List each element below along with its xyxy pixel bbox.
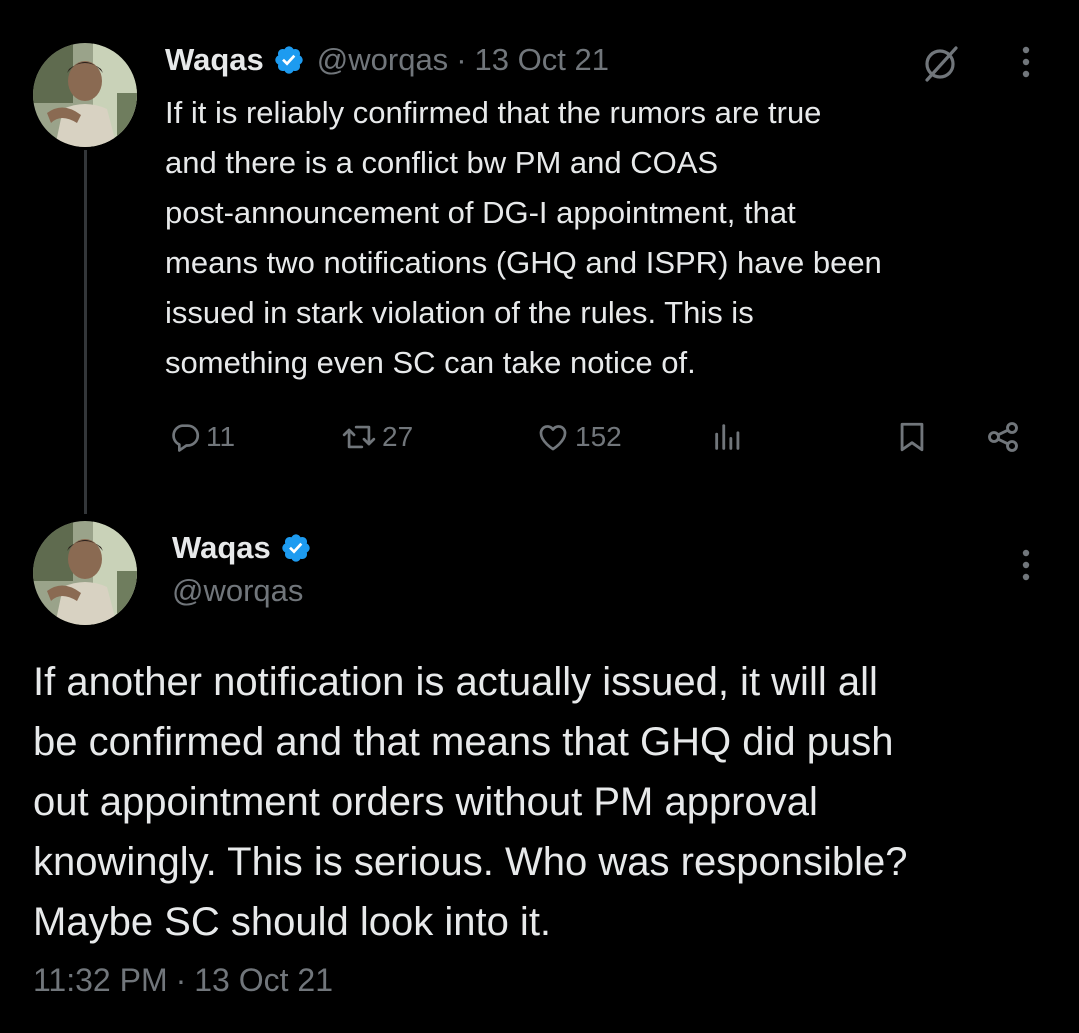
share-icon bbox=[988, 422, 1018, 452]
tweet1-avatar[interactable] bbox=[33, 43, 137, 147]
tweet2-date: 13 Oct 21 bbox=[194, 962, 333, 998]
reply-count: 11 bbox=[206, 421, 236, 452]
tweet1-action-bar: 11 27 152 bbox=[165, 412, 1035, 462]
tweet2-author-handle[interactable]: @worqas bbox=[172, 573, 303, 609]
retweet-button[interactable]: 27 bbox=[340, 412, 413, 462]
tweet1-date[interactable]: 13 Oct 21 bbox=[475, 42, 609, 78]
like-count: 152 bbox=[575, 421, 622, 452]
tweet1-separator: · bbox=[456, 42, 467, 77]
verified-badge-icon bbox=[282, 534, 310, 562]
views-button[interactable] bbox=[710, 412, 750, 462]
verified-badge-icon bbox=[275, 46, 303, 74]
tweet1-text: If it is reliably confirmed that the rum… bbox=[165, 95, 882, 380]
avatar-icon bbox=[33, 43, 137, 147]
bookmark-icon bbox=[900, 422, 924, 452]
like-button[interactable]: 152 bbox=[535, 412, 622, 462]
retweet-icon bbox=[342, 425, 376, 449]
tweet1-header: Waqas @worqas · 13 Oct 21 bbox=[165, 38, 609, 82]
reply-button[interactable]: 11 bbox=[168, 412, 235, 462]
more-icon[interactable] bbox=[1020, 545, 1032, 585]
grok-icon[interactable] bbox=[918, 42, 962, 86]
tweet2-text: If another notification is actually issu… bbox=[33, 660, 908, 944]
tweet2-timestamp[interactable]: 11:32 PM · 13 Oct 21 bbox=[33, 962, 333, 999]
more-icon[interactable] bbox=[1020, 42, 1032, 82]
bookmark-button[interactable] bbox=[895, 412, 929, 462]
tweet2-header: Waqas bbox=[172, 526, 312, 570]
retweet-count: 27 bbox=[382, 421, 414, 452]
tweet2-separator: · bbox=[175, 962, 187, 998]
tweet1-author-handle[interactable]: @worqas bbox=[317, 42, 448, 78]
avatar-icon bbox=[33, 521, 137, 625]
tweet2-avatar[interactable] bbox=[33, 521, 137, 625]
reply-icon bbox=[172, 424, 200, 452]
share-button[interactable] bbox=[983, 412, 1023, 462]
thread-connector-line bbox=[84, 150, 87, 514]
tweet2-author-name[interactable]: Waqas bbox=[172, 530, 271, 566]
like-icon bbox=[539, 425, 567, 451]
views-icon bbox=[715, 424, 740, 450]
tweet2-time: 11:32 PM bbox=[33, 962, 168, 998]
tweet1-author-name[interactable]: Waqas bbox=[165, 42, 264, 78]
